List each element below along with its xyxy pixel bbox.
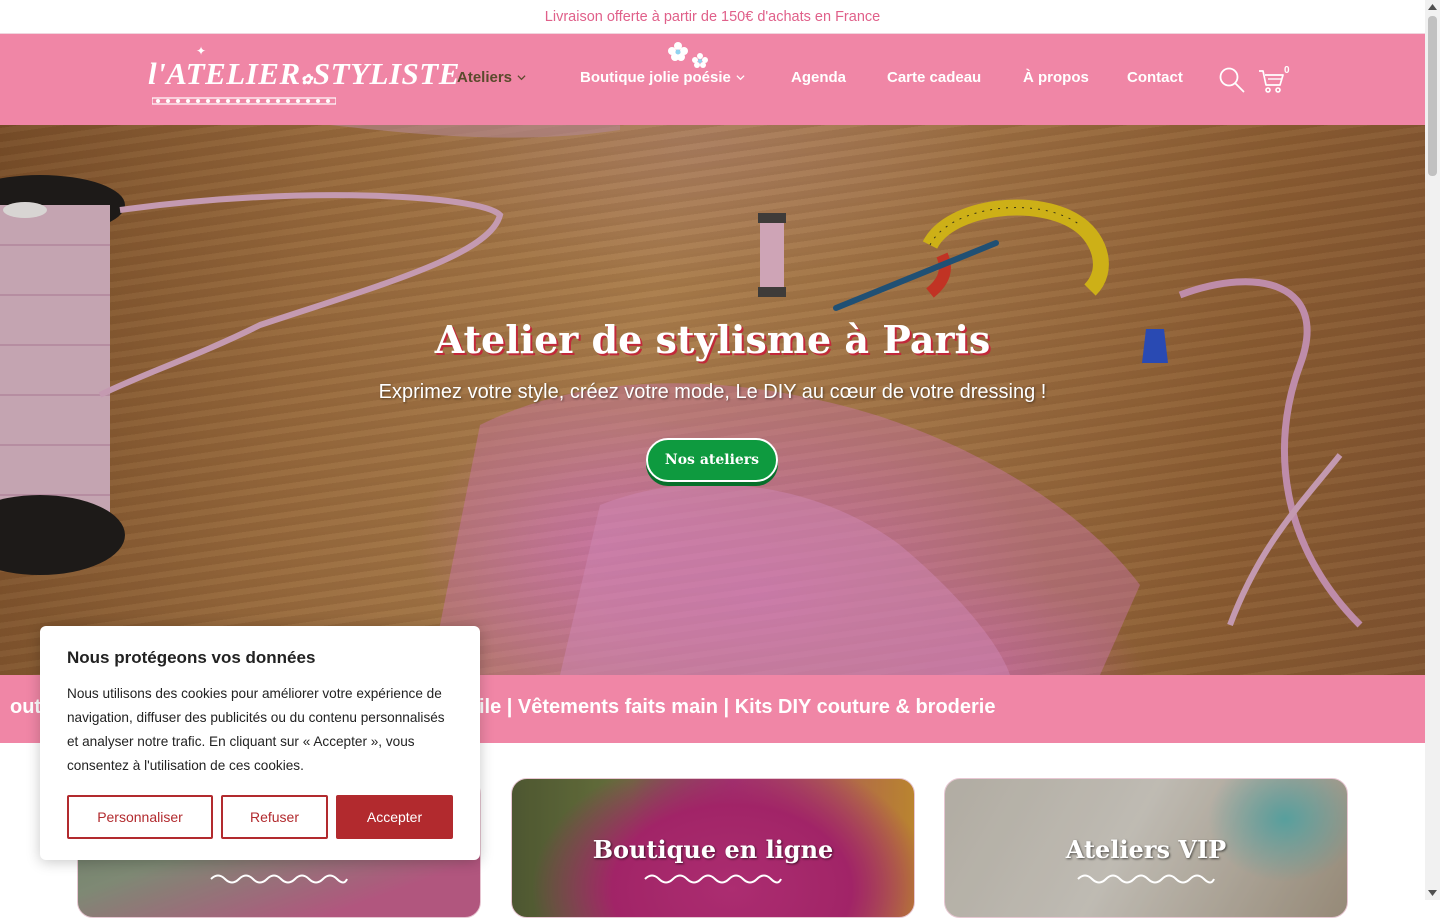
- nav-item-contact[interactable]: Contact: [1127, 69, 1183, 86]
- accept-button[interactable]: Accepter: [336, 795, 453, 839]
- cookie-consent-banner: Nous protégeons vos données Nous utiliso…: [40, 626, 480, 860]
- site-header: ✦ l'ATELIER✿STYLISTE Ateliers Boutique j…: [0, 34, 1425, 125]
- nav-label: Contact: [1127, 69, 1183, 86]
- logo-wordmark: l'ATELIER✿STYLISTE: [148, 56, 460, 91]
- scroll-up-arrow-icon[interactable]: [1428, 4, 1437, 10]
- category-card-ateliers-vip[interactable]: Ateliers VIP: [944, 778, 1348, 918]
- customize-button[interactable]: Personnaliser: [67, 795, 213, 839]
- scrollbar-thumb[interactable]: [1428, 16, 1437, 176]
- wave-divider-icon: [644, 874, 782, 884]
- nav-item-agenda[interactable]: Agenda: [791, 69, 846, 86]
- scroll-down-arrow-icon[interactable]: [1428, 890, 1437, 896]
- announcement-bar: Livraison offerte à partir de 150€ d'ach…: [0, 0, 1425, 34]
- cookie-description: Nous utilisons des cookies pour améliore…: [67, 686, 445, 773]
- nav-item-carte-cadeau[interactable]: Carte cadeau: [887, 69, 981, 86]
- chevron-down-icon: [736, 75, 745, 81]
- category-card-boutique[interactable]: Boutique en ligne: [511, 778, 915, 918]
- cart-icon[interactable]: [1258, 68, 1286, 94]
- nav-label: Boutique jolie poésie: [580, 69, 731, 86]
- nav-label: Ateliers: [457, 69, 513, 86]
- nos-ateliers-button[interactable]: Nos ateliers: [646, 438, 778, 482]
- nav-label: Carte cadeau: [887, 69, 982, 86]
- search-icon[interactable]: [1218, 66, 1246, 94]
- nav-label: Agenda: [791, 69, 847, 86]
- refuse-button[interactable]: Refuser: [221, 795, 328, 839]
- hero-banner: Atelier de stylisme à Paris Exprimez vot…: [0, 125, 1425, 675]
- card-title: Boutique en ligne: [592, 835, 834, 864]
- wave-divider-icon: [1077, 874, 1215, 884]
- hero-title: Atelier de stylisme à Paris: [434, 317, 991, 362]
- chevron-down-icon: [517, 75, 526, 81]
- cart-count-badge: 0: [1284, 65, 1290, 76]
- logo-lace-icon: [152, 97, 336, 105]
- site-logo[interactable]: ✦ l'ATELIER✿STYLISTE: [148, 44, 459, 110]
- card-title: Ateliers VIP: [1065, 835, 1227, 864]
- page-scrollbar[interactable]: [1425, 0, 1440, 900]
- hero-subtitle: Exprimez votre style, créez votre mode, …: [378, 381, 1047, 403]
- nav-label: À propos: [1023, 69, 1089, 86]
- cookie-title: Nous protégeons vos données: [67, 648, 316, 667]
- wave-divider-icon: [210, 874, 348, 884]
- nav-item-a-propos[interactable]: À propos: [1023, 69, 1089, 86]
- nav-item-ateliers[interactable]: Ateliers: [457, 69, 526, 86]
- announcement-text: Livraison offerte à partir de 150€ d'ach…: [544, 8, 881, 25]
- nav-item-boutique[interactable]: Boutique jolie poésie: [580, 69, 745, 86]
